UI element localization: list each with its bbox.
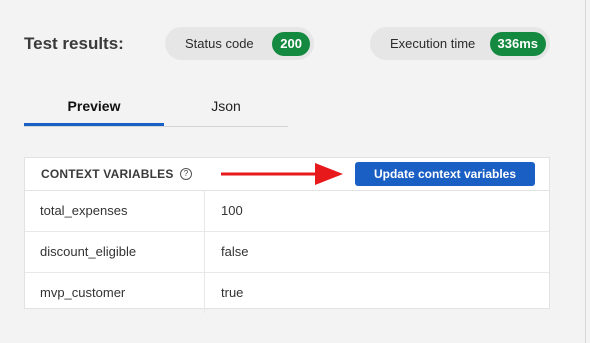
result-tabs: Preview Json (24, 86, 288, 127)
tab-json[interactable]: Json (164, 86, 288, 126)
table-row: mvp_customer true (25, 273, 549, 313)
context-variables-heading: CONTEXT VARIABLES (41, 167, 174, 181)
variable-value: 100 (221, 203, 243, 218)
question-circle-icon[interactable]: ? (180, 168, 192, 180)
variable-name: total_expenses (25, 191, 205, 231)
test-results-title: Test results: (24, 34, 124, 53)
status-code-pill: Status code 200 (165, 27, 314, 60)
execution-time-label: Execution time (390, 36, 476, 51)
update-context-variables-button[interactable]: Update context variables (355, 162, 535, 186)
table-row: discount_eligible false (25, 232, 549, 273)
red-arrow-annotation-icon (221, 163, 343, 185)
variable-name: discount_eligible (25, 232, 205, 272)
tab-preview[interactable]: Preview (24, 86, 164, 126)
context-variables-header: CONTEXT VARIABLES ? Update context varia… (25, 158, 549, 191)
test-results-header: Test results: Status code 200 Execution … (24, 24, 570, 62)
table-row: total_expenses 100 (25, 191, 549, 232)
status-code-badge: 200 (272, 31, 310, 56)
variable-value: false (221, 244, 249, 259)
variable-name: mvp_customer (25, 273, 205, 313)
variable-value: true (221, 285, 244, 300)
window-edge-divider (585, 0, 586, 343)
status-code-label: Status code (185, 36, 254, 51)
context-variables-panel: CONTEXT VARIABLES ? Update context varia… (24, 157, 550, 313)
execution-time-badge: 336ms (489, 31, 546, 56)
execution-time-pill: Execution time 336ms (370, 27, 550, 60)
